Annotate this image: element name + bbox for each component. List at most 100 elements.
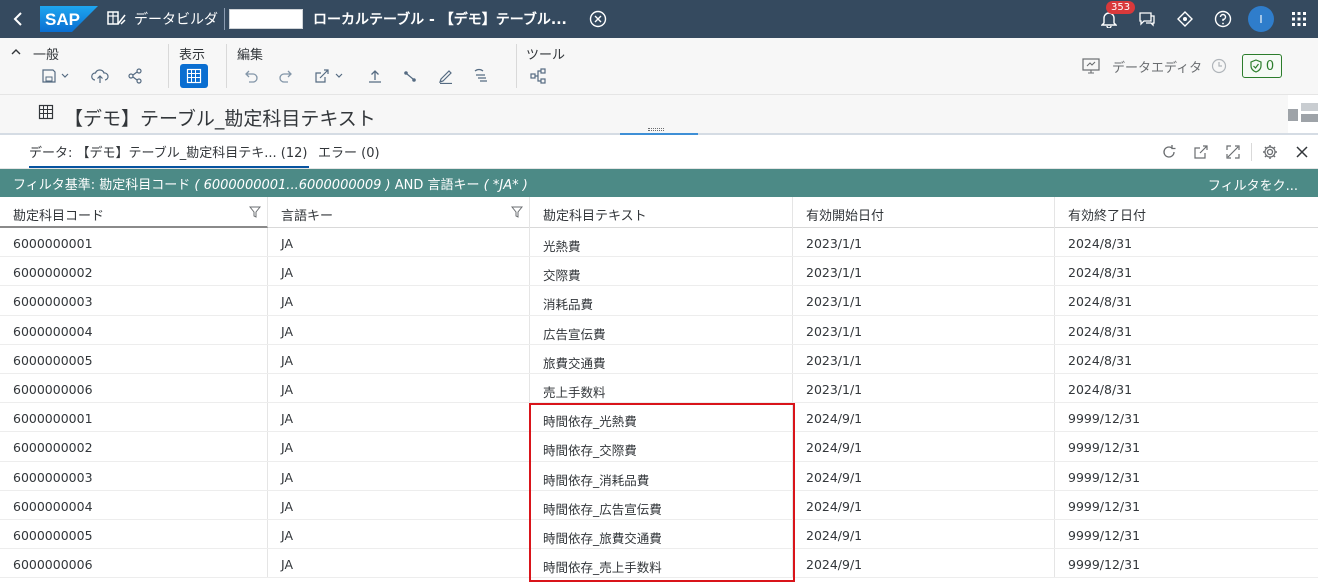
table-row[interactable]: 6000000004 JA 時間依存_広告宣伝費 2024/9/1 9999/12/31 (0, 490, 1318, 520)
user-menu-button[interactable]: I (1242, 0, 1280, 38)
column-header-account-text[interactable]: 勘定科目テキスト (530, 197, 793, 228)
close-preview-button[interactable] (1286, 135, 1318, 169)
table-cell[interactable]: JA (268, 432, 530, 461)
table-cell[interactable]: 6000000005 (0, 344, 268, 373)
table-row[interactable]: 6000000003 JA 消耗品費 2023/1/1 2024/8/31 (0, 286, 1318, 316)
table-row[interactable]: 6000000005 JA 時間依存_旅費交通費 2024/9/1 9999/12/31 (0, 519, 1318, 550)
export-button[interactable] (1185, 135, 1217, 169)
table-cell[interactable]: 消耗品費 (530, 286, 793, 315)
table-cell[interactable]: 2023/1/1 (793, 315, 1055, 344)
redo-button[interactable] (272, 64, 300, 88)
fullscreen-button[interactable] (1217, 135, 1249, 169)
edit-button[interactable] (432, 64, 460, 88)
table-cell[interactable]: 2024/8/31 (1055, 316, 1318, 344)
impact-analysis-button[interactable] (524, 64, 552, 88)
feedback-button[interactable] (1128, 0, 1166, 38)
table-cell[interactable]: JA (268, 228, 530, 257)
table-cell[interactable]: 2024/9/1 (793, 490, 1055, 519)
data-editor-label[interactable]: データエディタ (1112, 57, 1202, 76)
table-row[interactable]: 6000000003 JA 時間依存_消耗品費 2024/9/1 9999/12/31 (0, 461, 1318, 491)
notifications-button[interactable]: 353 (1090, 0, 1136, 38)
table-cell[interactable]: 9999/12/31 (1055, 491, 1318, 519)
table-cell[interactable]: 6000000002 (0, 432, 268, 461)
table-cell[interactable]: 光熱費 (530, 228, 793, 257)
data-editor-icon[interactable] (1082, 58, 1100, 74)
table-row[interactable]: 6000000002 JA 時間依存_交際費 2024/9/1 9999/12/31 (0, 432, 1318, 462)
table-row[interactable]: 6000000002 JA 交際費 2023/1/1 2024/8/31 (0, 257, 1318, 287)
table-cell[interactable]: JA (268, 344, 530, 373)
table-cell[interactable]: JA (268, 519, 530, 549)
table-cell[interactable]: 2024/9/1 (793, 519, 1055, 549)
table-row[interactable]: 6000000006 JA 売上手数料 2023/1/1 2024/8/31 (0, 373, 1318, 404)
table-cell[interactable]: 2024/9/1 (793, 403, 1055, 432)
table-cell[interactable]: 6000000003 (0, 461, 268, 490)
table-cell[interactable]: JA (268, 549, 530, 578)
table-cell[interactable]: 6000000004 (0, 490, 268, 519)
deploy-button[interactable] (86, 64, 114, 88)
history-icon[interactable] (1211, 58, 1227, 74)
table-cell[interactable]: JA (268, 373, 530, 403)
table-cell[interactable]: JA (268, 490, 530, 519)
help-button[interactable] (1204, 0, 1242, 38)
table-cell[interactable]: 6000000006 (0, 549, 268, 578)
sort-button[interactable] (467, 64, 495, 88)
table-cell[interactable]: 2024/8/31 (1055, 228, 1318, 256)
table-cell[interactable]: 2024/9/1 (793, 432, 1055, 461)
app-name[interactable]: データビルダ (134, 9, 218, 29)
table-cell[interactable]: 6000000001 (0, 403, 268, 432)
refresh-button[interactable] (1153, 135, 1185, 169)
lineage-button[interactable] (396, 64, 424, 88)
table-cell[interactable]: 2024/8/31 (1055, 286, 1318, 314)
table-cell[interactable]: 時間依存_消耗品費 (530, 461, 793, 490)
clear-filter-link[interactable]: フィルタをク... (1208, 175, 1298, 194)
table-row[interactable]: 6000000001 JA 時間依存_光熱費 2024/9/1 9999/12/31 (0, 403, 1318, 433)
table-row[interactable]: 6000000006 JA 時間依存_売上手数料 2024/9/1 9999/12/31 (0, 549, 1318, 579)
table-cell[interactable]: 9999/12/31 (1055, 403, 1318, 431)
table-cell[interactable]: 2024/9/1 (793, 461, 1055, 490)
table-cell[interactable]: 6000000005 (0, 519, 268, 549)
table-cell[interactable]: 2023/1/1 (793, 257, 1055, 286)
column-header-language-key[interactable]: 言語キー (268, 197, 530, 228)
tab-data-preview[interactable]: データ: 【デモ】テーブル_勘定科目テキ... (12) (29, 142, 310, 168)
table-cell[interactable]: JA (268, 403, 530, 432)
table-cell[interactable]: 時間依存_交際費 (530, 432, 793, 461)
table-cell[interactable]: 2024/8/31 (1055, 374, 1318, 402)
table-cell[interactable]: 6000000004 (0, 315, 268, 344)
column-header-account-code[interactable]: 勘定科目コード (0, 197, 268, 228)
table-cell[interactable]: 売上手数料 (530, 373, 793, 403)
table-cell[interactable]: 時間依存_広告宣伝費 (530, 490, 793, 519)
joule-button[interactable] (1166, 0, 1204, 38)
table-cell[interactable]: 2023/1/1 (793, 286, 1055, 315)
space-selector[interactable] (229, 9, 303, 29)
table-cell[interactable]: 2023/1/1 (793, 373, 1055, 403)
close-editor-icon[interactable] (589, 10, 607, 28)
table-cell[interactable]: 時間依存_旅費交通費 (530, 519, 793, 549)
table-cell[interactable]: 9999/12/31 (1055, 520, 1318, 548)
table-cell[interactable]: JA (268, 286, 530, 315)
undo-button[interactable] (237, 64, 265, 88)
resize-grip[interactable] (648, 128, 664, 131)
column-header-valid-to[interactable]: 有効終了日付 (1055, 197, 1318, 228)
table-row[interactable]: 6000000005 JA 旅費交通費 2023/1/1 2024/8/31 (0, 344, 1318, 374)
table-cell[interactable]: 6000000003 (0, 286, 268, 315)
table-cell[interactable]: 時間依存_光熱費 (530, 403, 793, 432)
save-menu-button[interactable] (36, 64, 76, 88)
table-cell[interactable]: JA (268, 257, 530, 286)
table-cell[interactable]: JA (268, 461, 530, 490)
column-header-valid-from[interactable]: 有効開始日付 (793, 197, 1055, 228)
collapse-toolbar-icon[interactable] (10, 47, 22, 57)
back-button[interactable] (0, 0, 36, 38)
table-cell[interactable]: 9999/12/31 (1055, 549, 1318, 577)
table-cell[interactable]: 6000000006 (0, 373, 268, 403)
validation-issues-button[interactable]: 0 (1242, 54, 1282, 78)
table-cell[interactable]: 9999/12/31 (1055, 432, 1318, 460)
table-row[interactable]: 6000000001 JA 光熱費 2023/1/1 2024/8/31 (0, 228, 1318, 258)
filter-funnel-icon[interactable] (511, 206, 523, 218)
upload-button[interactable] (361, 64, 389, 88)
table-cell[interactable]: JA (268, 315, 530, 344)
share-button[interactable] (121, 64, 149, 88)
table-cell[interactable]: 旅費交通費 (530, 344, 793, 373)
filter-funnel-icon[interactable] (249, 206, 261, 218)
table-cell[interactable]: 2024/8/31 (1055, 257, 1318, 285)
table-cell[interactable]: 2023/1/1 (793, 228, 1055, 257)
